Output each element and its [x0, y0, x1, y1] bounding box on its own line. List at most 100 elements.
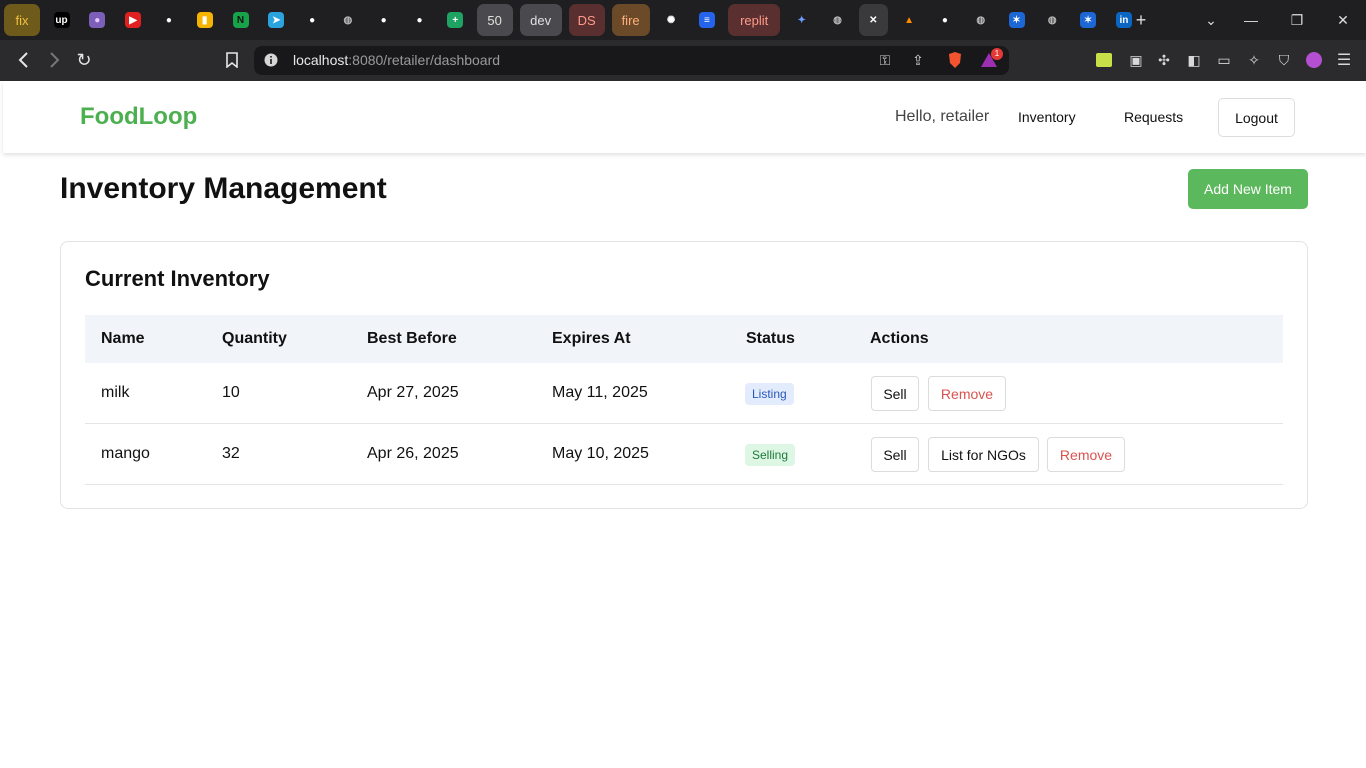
tab-github[interactable]: ●	[154, 4, 183, 36]
github-icon: ●	[380, 14, 387, 26]
sell-button[interactable]: Sell	[871, 376, 919, 411]
github-icon: ●	[941, 14, 948, 26]
tab-replit[interactable]: replit	[728, 4, 781, 36]
item-name: mango	[101, 445, 150, 462]
tab-gemini[interactable]: ✦	[787, 4, 816, 36]
sell-button[interactable]: Sell	[871, 437, 919, 472]
tab-github[interactable]: ●	[298, 4, 327, 36]
upwork-icon: up	[53, 12, 70, 28]
globe-icon: ◍	[343, 14, 353, 26]
sidebar-icon[interactable]: ◧	[1184, 50, 1204, 70]
item-best-before: Apr 26, 2025	[367, 445, 459, 462]
item-expires-at: May 11, 2025	[552, 384, 648, 401]
tab-globe[interactable]: ◍	[333, 4, 362, 36]
menu-icon[interactable]: ☰	[1334, 50, 1354, 70]
minimize-icon[interactable]: —	[1228, 0, 1274, 40]
status-badge: Selling	[745, 444, 796, 466]
user-greeting: Hello, retailer	[895, 108, 990, 125]
tab-sheets[interactable]: +	[441, 4, 470, 36]
url-text[interactable]: localhost:8080/retailer/dashboard	[293, 52, 500, 69]
tab-notion[interactable]: N	[226, 4, 255, 36]
column-header-best-before: Best Before	[367, 330, 457, 347]
card-title: Current Inventory	[85, 266, 270, 291]
item-name: milk	[101, 384, 130, 401]
remove-button[interactable]: Remove	[1047, 437, 1125, 472]
nav-inventory[interactable]: Inventory	[1018, 109, 1076, 125]
github-icon: ●	[165, 14, 172, 26]
tab-github[interactable]: ●	[930, 4, 959, 36]
youtube-icon: ▶	[125, 12, 142, 28]
telegram-icon: ➤	[268, 12, 285, 28]
reload-icon[interactable]: ↻	[72, 48, 96, 72]
table-row: mango 32 Apr 26, 2025 May 10, 2025 Selli…	[85, 424, 1283, 485]
tab-github[interactable]: ●	[369, 4, 398, 36]
tab-docs[interactable]: ≡	[692, 4, 721, 36]
extension-note-icon[interactable]	[1094, 50, 1114, 70]
column-header-name: Name	[101, 330, 145, 347]
tab-firebase[interactable]: ▲	[895, 4, 924, 36]
extension-screen-icon[interactable]: ▣	[1126, 50, 1146, 70]
password-key-icon[interactable]: ⚿	[875, 50, 895, 70]
tab-ds[interactable]: DS	[568, 4, 605, 36]
docs-icon: ≡	[698, 12, 715, 28]
butterfly-icon: ✶	[1008, 12, 1025, 28]
sheets-icon: +	[447, 12, 464, 28]
tab-butterfly[interactable]: ✶	[1074, 4, 1103, 36]
globe-icon: ◍	[976, 14, 986, 26]
notion-icon: N	[232, 12, 249, 28]
tab-close[interactable]: ✕	[858, 4, 888, 36]
tab-fire[interactable]: fire	[611, 4, 650, 36]
column-header-actions: Actions	[870, 330, 929, 347]
tab-fix[interactable]: fix	[4, 4, 40, 36]
logout-button[interactable]: Logout	[1218, 98, 1295, 137]
brand-logo[interactable]: FoodLoop	[80, 103, 197, 131]
restore-icon[interactable]: ❐	[1274, 0, 1320, 40]
tab-50[interactable]: 50	[476, 4, 513, 36]
item-quantity: 32	[222, 445, 240, 462]
item-quantity: 10	[222, 384, 240, 401]
butterfly-icon: ✶	[1080, 12, 1097, 28]
tab-avatar[interactable]: ●	[83, 4, 112, 36]
vpn-shield-icon[interactable]: ⛉	[1274, 50, 1294, 70]
close-icon: ✕	[869, 14, 878, 26]
remove-button[interactable]: Remove	[928, 376, 1006, 411]
leo-ai-icon[interactable]: ✧	[1244, 50, 1264, 70]
keep-icon: ▮	[196, 12, 213, 28]
column-header-quantity: Quantity	[222, 330, 287, 347]
bookmark-icon[interactable]	[220, 48, 244, 72]
github-icon: ●	[416, 14, 423, 26]
github-icon: ●	[309, 14, 316, 26]
list-for-ngos-button[interactable]: List for NGOs	[928, 437, 1039, 472]
app-header: FoodLoop Hello, retailer Inventory Reque…	[3, 81, 1366, 153]
site-info-icon[interactable]	[261, 50, 281, 70]
globe-icon: ◍	[1047, 14, 1057, 26]
tab-youtube[interactable]: ▶	[119, 4, 148, 36]
tab-upwork[interactable]: up	[47, 4, 76, 36]
share-icon[interactable]: ⇪	[908, 50, 928, 70]
forward-icon[interactable]	[42, 48, 66, 72]
window-close-icon[interactable]: ✕	[1320, 0, 1366, 40]
tab-globe[interactable]: ◍	[1038, 4, 1067, 36]
tab-github[interactable]: ●	[405, 4, 434, 36]
table-row: milk 10 Apr 27, 2025 May 11, 2025 Listin…	[85, 363, 1283, 424]
status-badge: Listing	[745, 383, 794, 405]
item-best-before: Apr 27, 2025	[367, 384, 459, 401]
profile-avatar-icon[interactable]	[1304, 50, 1324, 70]
add-new-item-button[interactable]: Add New Item	[1188, 169, 1308, 209]
extensions-puzzle-icon[interactable]: ✣	[1154, 50, 1174, 70]
tab-butterfly[interactable]: ✶	[1002, 4, 1031, 36]
nav-requests[interactable]: Requests	[1124, 109, 1183, 125]
page-title: Inventory Management	[60, 172, 387, 205]
brave-shield-icon[interactable]	[945, 50, 965, 70]
column-header-status: Status	[746, 330, 795, 347]
tab-globe[interactable]: ◍	[966, 4, 995, 36]
wallet-icon[interactable]: ▭	[1214, 50, 1234, 70]
tab-keep[interactable]: ▮	[190, 4, 219, 36]
column-header-expires-at: Expires At	[552, 330, 631, 347]
tab-globe[interactable]: ◍	[823, 4, 852, 36]
tab-openai[interactable]: ✺	[657, 4, 686, 36]
back-icon[interactable]	[12, 48, 36, 72]
new-tab-button[interactable]: +	[1128, 4, 1154, 36]
tab-telegram[interactable]: ➤	[262, 4, 291, 36]
tab-dev[interactable]: dev	[519, 4, 562, 36]
